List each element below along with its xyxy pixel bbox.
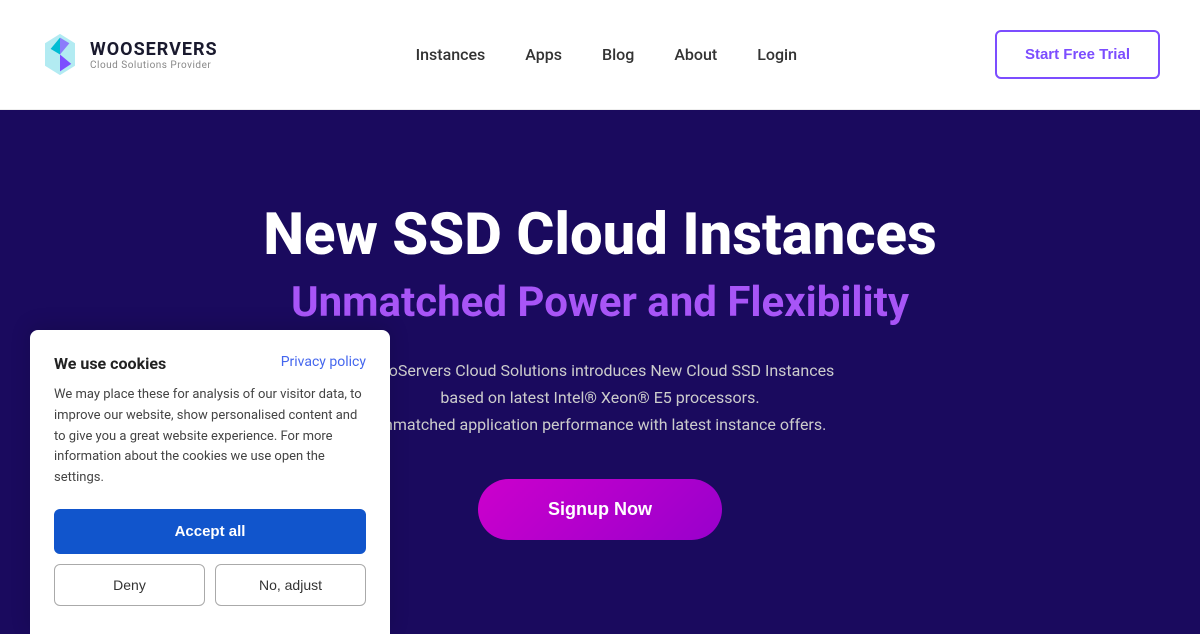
- adjust-button[interactable]: No, adjust: [215, 564, 366, 606]
- accept-all-button[interactable]: Accept all: [54, 509, 366, 554]
- nav-blog[interactable]: Blog: [602, 45, 634, 64]
- hero-section: New SSD Cloud Instances Unmatched Power …: [0, 110, 1200, 634]
- nav-about[interactable]: About: [674, 45, 717, 64]
- main-nav: Instances Apps Blog About Login: [416, 45, 797, 64]
- cookie-actions: Deny No, adjust: [54, 564, 366, 606]
- hero-subtitle: Unmatched Power and Flexibility: [263, 278, 937, 327]
- nav-apps[interactable]: Apps: [525, 45, 562, 64]
- nav-login[interactable]: Login: [757, 45, 797, 64]
- deny-button[interactable]: Deny: [54, 564, 205, 606]
- privacy-policy-link[interactable]: Privacy policy: [281, 354, 366, 370]
- nav-instances[interactable]: Instances: [416, 45, 486, 64]
- hero-title: New SSD Cloud Instances: [263, 204, 937, 268]
- logo-tagline: Cloud Solutions Provider: [90, 60, 218, 71]
- cookie-body-text: We may place these for analysis of our v…: [54, 385, 366, 489]
- header: WOOSERVERS Cloud Solutions Provider Inst…: [0, 0, 1200, 110]
- logo-name: WOOSERVERS: [90, 39, 218, 60]
- start-trial-button[interactable]: Start Free Trial: [995, 30, 1160, 79]
- logo-text: WOOSERVERS Cloud Solutions Provider: [90, 39, 218, 71]
- cookie-header: We use cookies Privacy policy: [54, 354, 366, 373]
- cookie-banner: We use cookies Privacy policy We may pla…: [30, 330, 390, 634]
- logo: WOOSERVERS Cloud Solutions Provider: [40, 32, 218, 77]
- logo-icon: [40, 32, 80, 77]
- cookie-title: We use cookies: [54, 354, 166, 373]
- signup-button[interactable]: Signup Now: [478, 479, 722, 540]
